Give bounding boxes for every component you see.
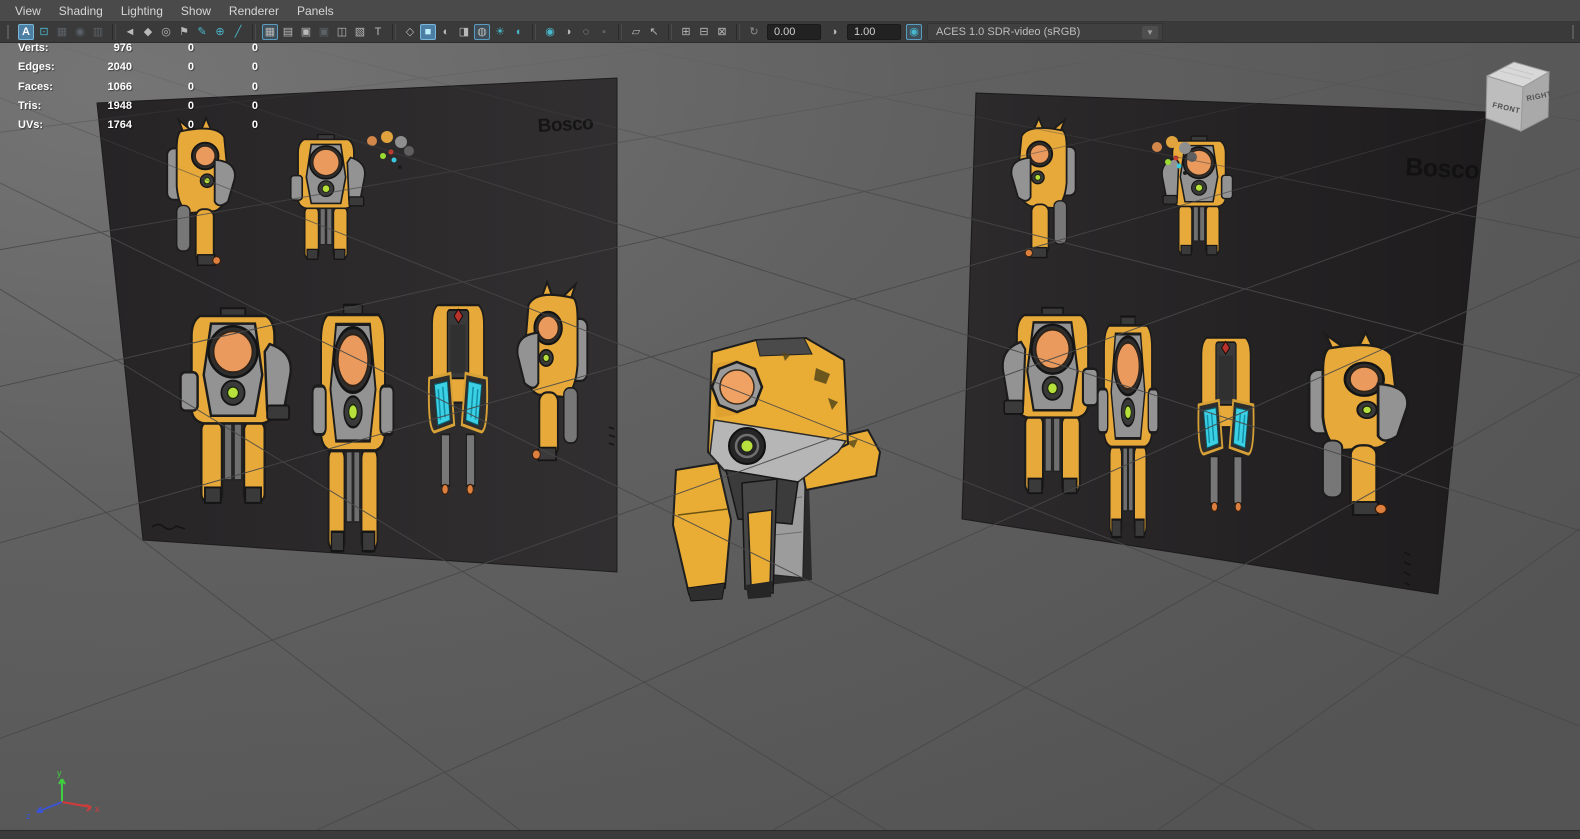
motion-blur-icon[interactable]: ◑ (560, 24, 576, 40)
gamma-field[interactable]: 1.00 (847, 24, 901, 40)
shaded-mode-icon[interactable]: ■ (420, 24, 436, 40)
menu-view[interactable]: View (6, 4, 50, 18)
panel-toolbar: A ⊡ ▦ ◉ ▥ ◄ ◆ ◎ ⚑ ✎ ⊕ ╱ ▦ ▤ ▣ ▣ ◫ ▧ T ◇ … (0, 22, 1580, 43)
wireframe-on-shaded-icon[interactable]: ◍ (474, 24, 490, 40)
image-plane-icon[interactable]: ▧ (352, 24, 368, 40)
default-lighting-icon[interactable]: ☀ (492, 24, 508, 40)
gate-mask-icon[interactable]: ▦ (54, 24, 70, 40)
grease-pencil-icon[interactable]: ✎ (194, 24, 210, 40)
menu-lighting[interactable]: Lighting (112, 4, 172, 18)
hud-count-total: 1066 (107, 81, 132, 93)
board-title-left: Bosco (537, 113, 594, 137)
bookmark-icon[interactable]: ⚑ (176, 24, 192, 40)
toolbar-grip[interactable] (1572, 25, 1577, 39)
hud-count-total: 976 (113, 42, 132, 54)
menu-shading[interactable]: Shading (50, 4, 112, 18)
panel-menu-bar: View Shading Lighting Show Renderer Pane… (0, 0, 1580, 22)
isolate-select-icon[interactable]: ▱ (628, 24, 644, 40)
menu-show[interactable]: Show (172, 4, 220, 18)
field-guides-icon[interactable]: ◫ (334, 24, 350, 40)
resolution-gate-icon[interactable]: ⊡ (36, 24, 52, 40)
hud-label: Tris: (18, 100, 42, 112)
textured-mode-icon[interactable]: ◨ (456, 24, 472, 40)
gain-toggle-icon[interactable]: ◑ (826, 24, 842, 40)
shadows-icon[interactable]: ◖ (510, 24, 526, 40)
hud-count-selected: 0 (187, 81, 194, 93)
toolbar-divider (112, 24, 116, 40)
anti-aliasing-icon[interactable]: ◌ (578, 24, 594, 40)
board-title-right: Bosco (1405, 153, 1480, 185)
pencil-stroke-icon[interactable]: ╱ (230, 24, 246, 40)
refresh-icon[interactable]: ↻ (746, 24, 762, 40)
toolbar-divider (392, 24, 396, 40)
hud-label: Verts: (18, 42, 49, 54)
snapshot-copy-icon[interactable]: ⊞ (678, 24, 694, 40)
hud-count-total: 2040 (107, 61, 132, 73)
maya-viewport-window: Bosco Bosco FRONT RIGHT y x z View Shadi… (0, 0, 1580, 839)
hud-toggle-icon[interactable]: T (370, 24, 386, 40)
hud-count-selected: 0 (187, 119, 194, 131)
snapshot-paste-icon[interactable]: ⊟ (696, 24, 712, 40)
selection-cursor-icon[interactable]: ↖ (646, 24, 662, 40)
display-resolution-icon[interactable]: ▣ (298, 24, 314, 40)
snap-tool-icon[interactable]: ⊕ (212, 24, 228, 40)
hud-count-selected: 0 (187, 100, 194, 112)
camera-track-icon[interactable]: ◎ (158, 24, 174, 40)
camera-lock-icon[interactable]: ◆ (140, 24, 156, 40)
camera-select-icon[interactable]: ◄ (122, 24, 138, 40)
axis-x-label: x (95, 804, 100, 814)
hud-count-component: 0 (251, 61, 258, 73)
material-preview-icon[interactable]: ◐ (438, 24, 454, 40)
toolbar-divider (668, 24, 672, 40)
chevron-down-icon[interactable]: ▼ (1142, 25, 1158, 39)
wireframe-mode-icon[interactable]: ◇ (402, 24, 418, 40)
screen-space-ao-icon[interactable]: ◉ (542, 24, 558, 40)
view-transform-value: ACES 1.0 SDR-video (sRGB) (936, 26, 1081, 38)
axis-y-label: y (57, 768, 62, 778)
view-transform-select[interactable]: ACES 1.0 SDR-video (sRGB) ▼ (927, 23, 1163, 41)
menu-renderer[interactable]: Renderer (220, 4, 288, 18)
depth-of-field-icon[interactable]: ▪ (596, 24, 612, 40)
hud-count-total: 1764 (107, 119, 132, 131)
hud-label: Edges: (18, 61, 55, 73)
snapshot-export-icon[interactable]: ⊠ (714, 24, 730, 40)
toolbar-grip[interactable] (7, 25, 12, 39)
axis-z-label: z (26, 811, 31, 821)
hud-count-selected: 0 (187, 42, 194, 54)
film-gate-icon[interactable]: ▤ (280, 24, 296, 40)
toolbar-divider (532, 24, 536, 40)
hud-count-component: 0 (251, 81, 258, 93)
safe-action-icon[interactable]: ▥ (90, 24, 106, 40)
toolbar-divider (736, 24, 740, 40)
toolbar-divider (252, 24, 256, 40)
color-management-icon[interactable]: ◉ (906, 24, 922, 40)
viewport-bottom-edge (0, 830, 1580, 839)
select-by-type-icon[interactable]: A (18, 24, 34, 40)
reference-board-right[interactable]: Bosco (961, 92, 1487, 595)
exposure-field[interactable]: 0.00 (767, 24, 821, 40)
hud-count-component: 0 (251, 119, 258, 131)
gate-mask-display-icon[interactable]: ▣ (316, 24, 332, 40)
field-chart-icon[interactable]: ◉ (72, 24, 88, 40)
hud-count-component: 0 (251, 42, 258, 54)
hud-count-selected: 0 (187, 61, 194, 73)
menu-panels[interactable]: Panels (288, 4, 343, 18)
hud-count-component: 0 (251, 100, 258, 112)
grid-display-icon[interactable]: ▦ (262, 24, 278, 40)
reference-board-left[interactable]: Bosco (96, 77, 618, 573)
hud-count-total: 1948 (107, 100, 132, 112)
hud-label: Faces: (18, 81, 53, 93)
toolbar-divider (618, 24, 622, 40)
hud-label: UVs: (18, 119, 44, 131)
